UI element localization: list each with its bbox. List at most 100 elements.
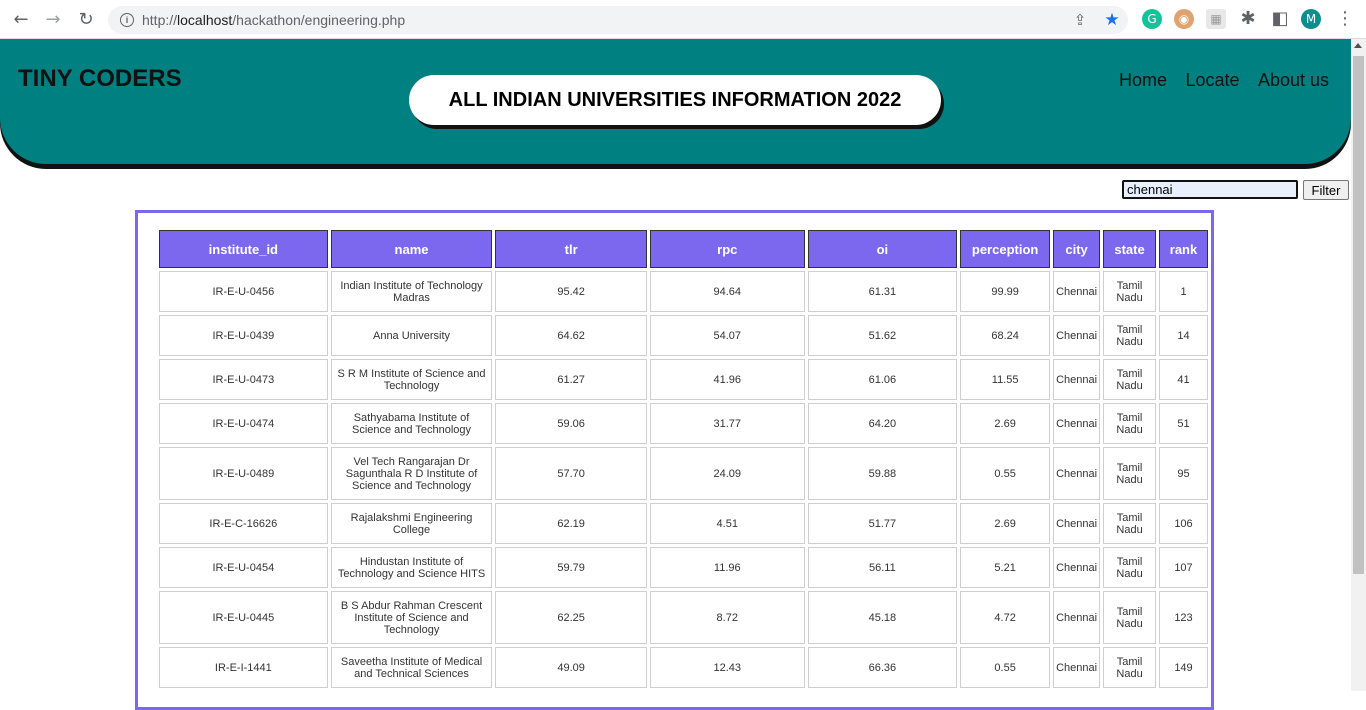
cell-city: Chennai bbox=[1053, 359, 1101, 400]
extension-box-icon[interactable]: ▦ bbox=[1206, 9, 1226, 29]
share-icon[interactable]: ⇪ bbox=[1068, 8, 1092, 32]
cell-rank: 149 bbox=[1159, 647, 1208, 688]
cell-tlr: 62.19 bbox=[495, 503, 647, 544]
cell-rpc: 12.43 bbox=[649, 647, 805, 688]
cell-institute-id: IR-E-U-0439 bbox=[159, 315, 328, 356]
cell-rank: 123 bbox=[1159, 591, 1208, 644]
cell-name: Hindustan Institute of Technology and Sc… bbox=[330, 547, 493, 588]
cell-institute-id: IR-E-U-0474 bbox=[159, 403, 328, 444]
cell-perception: 5.21 bbox=[960, 547, 1051, 588]
cell-rank: 41 bbox=[1159, 359, 1208, 400]
cell-state: Tamil Nadu bbox=[1103, 591, 1156, 644]
cell-tlr: 59.06 bbox=[495, 403, 647, 444]
url-host: localhost bbox=[177, 12, 233, 28]
cell-name: Rajalakshmi Engineering College bbox=[330, 503, 493, 544]
cell-state: Tamil Nadu bbox=[1103, 647, 1156, 688]
column-header-name: name bbox=[330, 230, 493, 268]
filter-input[interactable] bbox=[1122, 180, 1298, 199]
column-header-rank: rank bbox=[1159, 230, 1208, 268]
table-row: IR-E-U-0456 Indian Institute of Technolo… bbox=[159, 271, 1208, 312]
cell-city: Chennai bbox=[1053, 503, 1101, 544]
grammarly-extension-icon[interactable]: G bbox=[1142, 9, 1162, 29]
cell-tlr: 64.62 bbox=[495, 315, 647, 356]
cell-institute-id: IR-E-U-0454 bbox=[159, 547, 328, 588]
side-panel-icon[interactable]: ◧ bbox=[1268, 7, 1292, 31]
cell-state: Tamil Nadu bbox=[1103, 547, 1156, 588]
column-header-tlr: tlr bbox=[495, 230, 647, 268]
cell-rpc: 54.07 bbox=[649, 315, 805, 356]
cell-city: Chennai bbox=[1053, 315, 1101, 356]
cell-institute-id: IR-E-U-0489 bbox=[159, 447, 328, 500]
cell-name: Vel Tech Rangarajan Dr Sagunthala R D In… bbox=[330, 447, 493, 500]
table-row: IR-E-U-0445 B S Abdur Rahman Crescent In… bbox=[159, 591, 1208, 644]
cell-perception: 0.55 bbox=[960, 647, 1051, 688]
cell-name: S R M Institute of Science and Technolog… bbox=[330, 359, 493, 400]
nav-locate-link[interactable]: Locate bbox=[1185, 70, 1239, 90]
back-icon[interactable]: ← bbox=[9, 8, 33, 32]
cell-tlr: 49.09 bbox=[495, 647, 647, 688]
cell-rank: 51 bbox=[1159, 403, 1208, 444]
cell-rpc: 41.96 bbox=[649, 359, 805, 400]
cell-oi: 45.18 bbox=[807, 591, 958, 644]
cell-city: Chennai bbox=[1053, 271, 1101, 312]
site-brand[interactable]: TINY CODERS bbox=[18, 65, 182, 93]
filter-button[interactable]: Filter bbox=[1303, 180, 1349, 200]
browser-toolbar: ← → ↻ i http://localhost/hackathon/engin… bbox=[0, 0, 1366, 39]
extensions-puzzle-icon[interactable]: ✱ bbox=[1236, 7, 1260, 31]
cell-rpc: 24.09 bbox=[649, 447, 805, 500]
menu-kebab-icon[interactable]: ⋮ bbox=[1333, 7, 1357, 31]
cell-rpc: 94.64 bbox=[649, 271, 805, 312]
bookmark-star-icon[interactable]: ★ bbox=[1100, 8, 1124, 32]
scroll-up-arrow-icon[interactable] bbox=[1354, 43, 1362, 48]
cell-rpc: 8.72 bbox=[649, 591, 805, 644]
forward-icon[interactable]: → bbox=[41, 8, 65, 32]
table-row: IR-E-U-0454 Hindustan Institute of Techn… bbox=[159, 547, 1208, 588]
cell-rpc: 4.51 bbox=[649, 503, 805, 544]
universities-table: institute_id name tlr rpc oi perception … bbox=[156, 227, 1211, 691]
table-row: IR-E-U-0473 S R M Institute of Science a… bbox=[159, 359, 1208, 400]
cell-rpc: 11.96 bbox=[649, 547, 805, 588]
cell-name: Saveetha Institute of Medical and Techni… bbox=[330, 647, 493, 688]
cell-perception: 11.55 bbox=[960, 359, 1051, 400]
reload-icon[interactable]: ↻ bbox=[74, 8, 98, 32]
cell-oi: 51.62 bbox=[807, 315, 958, 356]
cell-oi: 51.77 bbox=[807, 503, 958, 544]
nav-about-link[interactable]: About us bbox=[1258, 70, 1329, 90]
column-header-state: state bbox=[1103, 230, 1156, 268]
cell-city: Chennai bbox=[1053, 447, 1101, 500]
site-info-icon[interactable]: i bbox=[120, 13, 134, 27]
cell-state: Tamil Nadu bbox=[1103, 447, 1156, 500]
url-text: http://localhost/hackathon/engineering.p… bbox=[142, 12, 405, 28]
cell-institute-id: IR-E-U-0456 bbox=[159, 271, 328, 312]
cell-oi: 61.06 bbox=[807, 359, 958, 400]
table-row: IR-E-U-0474 Sathyabama Institute of Scie… bbox=[159, 403, 1208, 444]
scrollbar-thumb[interactable] bbox=[1353, 56, 1364, 574]
cell-rank: 106 bbox=[1159, 503, 1208, 544]
cell-perception: 2.69 bbox=[960, 403, 1051, 444]
url-scheme: http:// bbox=[142, 12, 178, 28]
nav-home-link[interactable]: Home bbox=[1119, 70, 1167, 90]
extension-face-icon[interactable]: ◉ bbox=[1174, 9, 1194, 29]
address-bar[interactable]: i http://localhost/hackathon/engineering… bbox=[108, 6, 1128, 34]
cell-institute-id: IR-E-U-0445 bbox=[159, 591, 328, 644]
column-header-rpc: rpc bbox=[649, 230, 805, 268]
cell-perception: 68.24 bbox=[960, 315, 1051, 356]
column-header-institute-id: institute_id bbox=[159, 230, 328, 268]
table-row: IR-E-C-16626 Rajalakshmi Engineering Col… bbox=[159, 503, 1208, 544]
cell-rank: 95 bbox=[1159, 447, 1208, 500]
table-row: IR-E-U-0439 Anna University 64.62 54.07 … bbox=[159, 315, 1208, 356]
page-scrollbar[interactable] bbox=[1351, 39, 1366, 691]
cell-perception: 99.99 bbox=[960, 271, 1051, 312]
cell-oi: 59.88 bbox=[807, 447, 958, 500]
site-header: TINY CODERS ALL INDIAN UNIVERSITIES INFO… bbox=[0, 39, 1351, 164]
table-header-row: institute_id name tlr rpc oi perception … bbox=[159, 230, 1208, 268]
cell-state: Tamil Nadu bbox=[1103, 315, 1156, 356]
cell-tlr: 95.42 bbox=[495, 271, 647, 312]
cell-name: Anna University bbox=[330, 315, 493, 356]
profile-avatar[interactable]: M bbox=[1301, 9, 1321, 29]
cell-rank: 1 bbox=[1159, 271, 1208, 312]
column-header-oi: oi bbox=[807, 230, 958, 268]
cell-perception: 0.55 bbox=[960, 447, 1051, 500]
cell-tlr: 62.25 bbox=[495, 591, 647, 644]
table-row: IR-E-I-1441 Saveetha Institute of Medica… bbox=[159, 647, 1208, 688]
